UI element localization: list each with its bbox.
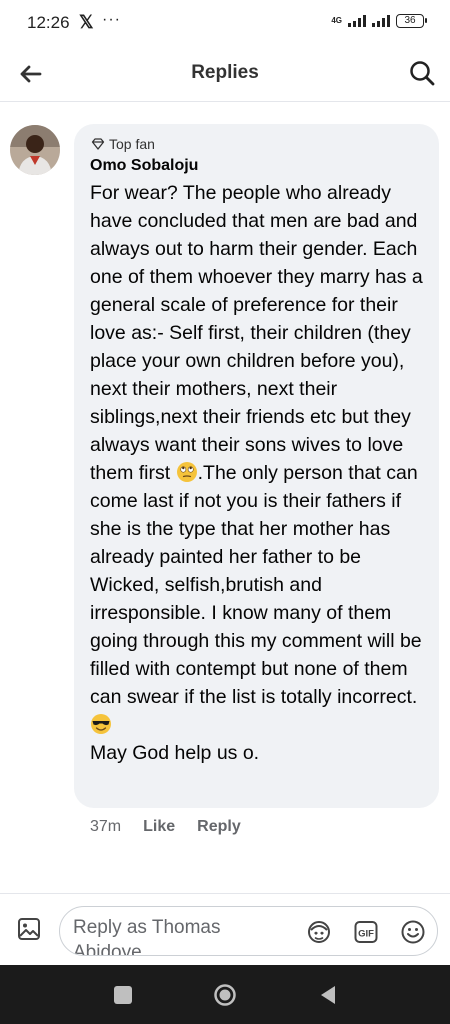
top-app-bar: Replies	[0, 46, 450, 102]
comment-text-part1: For wear? The people who already have co…	[90, 182, 423, 484]
signal-icon	[348, 15, 366, 27]
status-time: 12:26	[27, 13, 70, 32]
reply-input[interactable]: Reply as Thomas Abidoye GIF	[59, 906, 438, 956]
comment-actions: 37m Like Reply	[90, 818, 241, 836]
recents-button[interactable]	[114, 986, 132, 1004]
more-notifications-icon: ···	[102, 11, 121, 28]
avatar[interactable]	[10, 125, 60, 175]
eye-roll-emoji-icon	[176, 462, 197, 482]
search-button[interactable]	[406, 57, 438, 89]
svg-text:GIF: GIF	[358, 929, 374, 940]
comment-author[interactable]: Omo Sobaloju	[90, 157, 198, 175]
signal-icon	[372, 15, 390, 27]
comment-timestamp: 37m	[90, 818, 122, 835]
system-back-button[interactable]	[318, 984, 338, 1006]
page-title: Replies	[191, 62, 259, 83]
home-button[interactable]	[213, 983, 237, 1007]
diamond-icon	[91, 138, 105, 150]
reply-input-placeholder: Reply as Thomas Abidoye	[73, 917, 221, 956]
system-nav-bar	[0, 965, 450, 1024]
top-fan-label: Top fan	[109, 136, 155, 152]
reply-composer: Reply as Thomas Abidoye GIF	[0, 893, 450, 965]
like-button[interactable]: Like	[143, 818, 175, 836]
status-bar: 12:26 𝕏 ··· 4G 36	[0, 0, 450, 46]
gif-icon: GIF	[354, 921, 378, 943]
image-icon	[18, 918, 40, 940]
x-app-icon: 𝕏	[79, 12, 94, 32]
sunglasses-emoji-icon	[91, 714, 111, 734]
emoji-button[interactable]	[400, 919, 426, 945]
network-type-label: 4G	[331, 16, 342, 25]
status-indicators: 4G 36	[331, 14, 427, 28]
photo-button[interactable]	[16, 916, 42, 942]
comment-text: For wear? The people who already have co…	[90, 179, 430, 767]
smiley-icon	[401, 920, 425, 944]
comment-text-part3: May God help us o.	[90, 742, 260, 764]
battery-icon: 36	[396, 14, 427, 28]
avatar-sticker-icon	[308, 921, 330, 943]
top-fan-badge: Top fan	[91, 136, 155, 152]
gif-button[interactable]: GIF	[353, 919, 379, 945]
search-icon	[410, 61, 435, 86]
reply-button[interactable]: Reply	[197, 818, 241, 836]
comment-bubble[interactable]: Top fan Omo Sobaloju For wear? The peopl…	[74, 124, 439, 808]
profile-photo	[10, 125, 60, 175]
home-circle-icon	[214, 984, 236, 1006]
triangle-back-icon	[321, 986, 335, 1004]
comment-text-part2: .The only person that can come last if n…	[90, 462, 422, 708]
avatar-sticker-button[interactable]	[306, 919, 332, 945]
